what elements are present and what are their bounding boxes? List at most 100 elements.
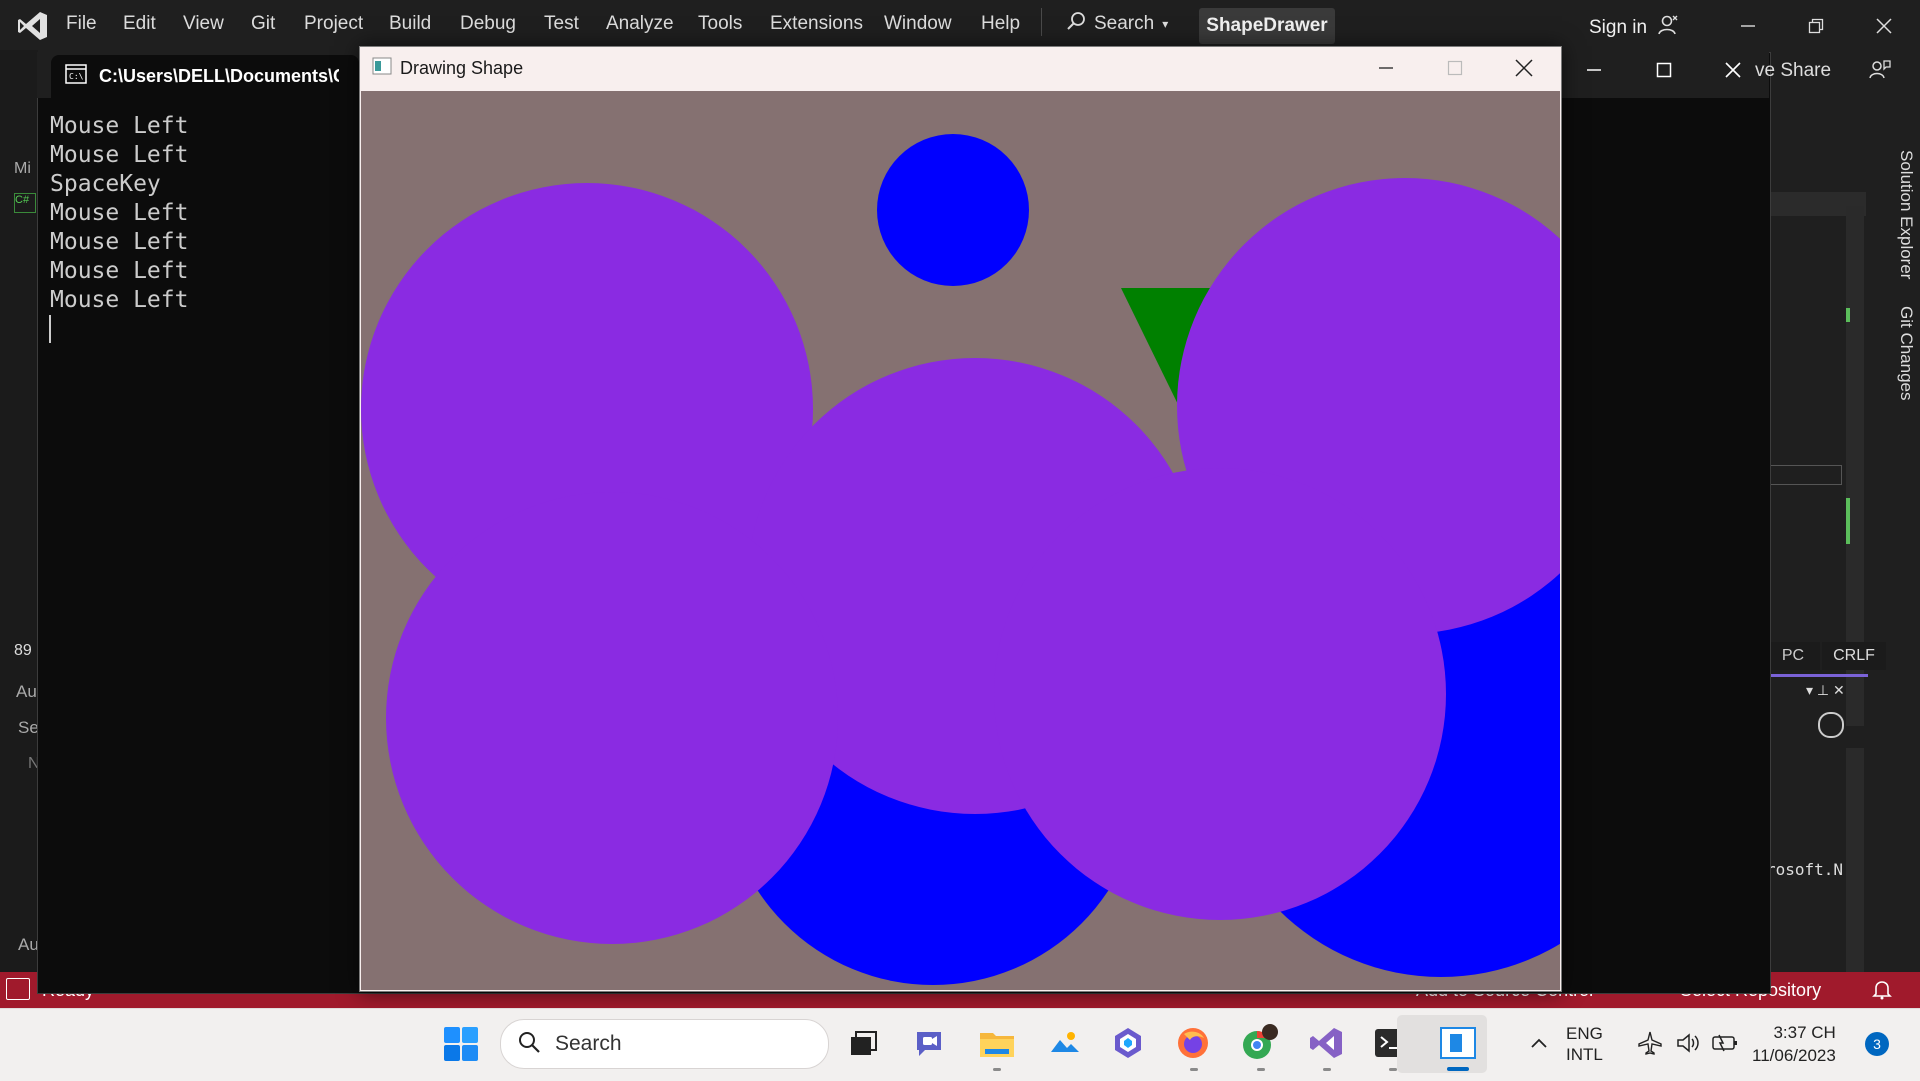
- menu-git[interactable]: Git: [251, 13, 275, 35]
- menu-help[interactable]: Help: [981, 13, 1020, 35]
- console-line: SpaceKey: [50, 171, 161, 197]
- console-tab-title: C:\Users\DELL\Documents\CC: [99, 66, 339, 86]
- windows-start-icon[interactable]: [443, 1026, 479, 1062]
- console-close-button[interactable]: [1719, 56, 1747, 84]
- sign-in-button[interactable]: Sign in: [1589, 14, 1679, 42]
- purple-circle-shape: [386, 492, 838, 944]
- drawing-close-button[interactable]: [1510, 54, 1538, 82]
- console-line: Mouse Left: [50, 200, 189, 226]
- terminal-icon: C:\: [65, 64, 87, 89]
- status-output-icon[interactable]: [6, 978, 30, 1000]
- volume-icon[interactable]: [1668, 1023, 1708, 1063]
- running-indicator: [993, 1068, 1001, 1071]
- svg-text:C:\: C:\: [69, 72, 84, 81]
- console-tab[interactable]: C:\ C:\Users\DELL\Documents\CC: [51, 55, 359, 98]
- search-icon: [1066, 11, 1086, 37]
- live-share-button[interactable]: ve Share: [1755, 60, 1831, 82]
- user-icon: [1657, 14, 1679, 42]
- menu-project[interactable]: Project: [304, 13, 363, 35]
- line-ending-indicator[interactable]: CRLF: [1822, 642, 1886, 670]
- vs-fragment-microsoft: rosoft.N: [1766, 860, 1844, 879]
- firefox-icon[interactable]: [1173, 1023, 1213, 1063]
- console-line: Mouse Left: [50, 142, 189, 168]
- vs-fragment-se: Se: [18, 718, 39, 737]
- taskbar-search-box[interactable]: Search: [500, 1019, 829, 1069]
- vs-fragment-line: 89: [14, 642, 32, 659]
- clock-time: 3:37 CH: [1773, 1023, 1836, 1042]
- scroll-marker: [1846, 498, 1850, 544]
- menu-file[interactable]: File: [66, 13, 97, 35]
- file-explorer-icon[interactable]: [977, 1023, 1017, 1063]
- encoding-indicator[interactable]: PC: [1766, 642, 1820, 670]
- visual-studio-taskbar-icon[interactable]: [1306, 1023, 1346, 1063]
- running-indicator: [1257, 1068, 1265, 1071]
- airplane-mode-icon[interactable]: [1630, 1023, 1670, 1063]
- task-view-icon[interactable]: [843, 1023, 883, 1063]
- pin-icon[interactable]: ▾ ⊥ ✕: [1806, 682, 1845, 699]
- chrome-profile-icon[interactable]: [1240, 1023, 1280, 1063]
- input-language[interactable]: ENG INTL: [1566, 1023, 1603, 1065]
- running-indicator: [1190, 1068, 1198, 1071]
- panel-accent: [1766, 674, 1868, 677]
- vs-fragment-au2: Au: [18, 935, 39, 954]
- vs-restore-button[interactable]: [1802, 12, 1830, 40]
- battery-icon[interactable]: [1705, 1023, 1745, 1063]
- menu-view[interactable]: View: [183, 13, 224, 35]
- drawing-window-titlebar[interactable]: Drawing Shape: [372, 57, 523, 80]
- search-icon: [517, 1030, 541, 1059]
- running-indicator: [1389, 1068, 1397, 1071]
- project-name-badge: ShapeDrawer: [1199, 8, 1335, 44]
- active-indicator: [1447, 1067, 1469, 1071]
- menu-test[interactable]: Test: [544, 13, 579, 35]
- console-line: Mouse Left: [50, 287, 189, 313]
- menu-edit[interactable]: Edit: [123, 13, 156, 35]
- drawing-shape-taskbar-icon[interactable]: [1438, 1023, 1478, 1063]
- taskbar-search-label: Search: [555, 1032, 622, 1055]
- vs-left-strip: Mi C# 89 Au Se N Au: [0, 50, 40, 990]
- console-line: Mouse Left: [50, 229, 189, 255]
- sign-in-label: Sign in: [1589, 17, 1648, 38]
- menu-tools[interactable]: Tools: [698, 13, 742, 35]
- scroll-marker: [1846, 308, 1850, 322]
- notification-count-badge[interactable]: 3: [1865, 1032, 1889, 1056]
- console-maximize-button[interactable]: [1650, 56, 1678, 84]
- feedback-icon[interactable]: [1868, 58, 1892, 82]
- vs-search-label: Search: [1094, 13, 1155, 34]
- language-top: ENG: [1566, 1024, 1603, 1043]
- menu-analyze[interactable]: Analyze: [606, 13, 674, 35]
- shapes-svg: [361, 134, 1560, 985]
- vs-fragment-ms: Mi: [14, 160, 31, 177]
- csharp-file-icon: C#: [14, 193, 36, 213]
- purple-circle-shape: [994, 468, 1446, 920]
- chevron-down-icon: ▾: [1162, 17, 1169, 31]
- photos-app-icon[interactable]: [1045, 1023, 1085, 1063]
- vs-input[interactable]: [1766, 465, 1842, 485]
- vs-search-button[interactable]: Search ▾: [1066, 11, 1168, 37]
- history-icon[interactable]: [1818, 712, 1844, 738]
- menu-debug[interactable]: Debug: [460, 13, 516, 35]
- clock-date: 11/06/2023: [1752, 1046, 1836, 1065]
- vs-close-button[interactable]: [1870, 12, 1898, 40]
- copilot-icon[interactable]: [1108, 1023, 1148, 1063]
- console-minimize-button[interactable]: [1580, 56, 1608, 84]
- app-window-icon: [372, 57, 392, 80]
- menu-extensions[interactable]: Extensions: [770, 13, 863, 35]
- running-indicator: [1323, 1068, 1331, 1071]
- side-tab-git-changes[interactable]: Git Changes: [1876, 306, 1916, 426]
- console-line: Mouse Left: [50, 258, 189, 284]
- taskbar-clock[interactable]: 3:37 CH 11/06/2023: [1752, 1021, 1836, 1067]
- vs-fragment-au: Au: [16, 682, 37, 701]
- text-cursor: [49, 315, 51, 343]
- drawing-minimize-button[interactable]: [1372, 54, 1400, 82]
- language-bottom: INTL: [1566, 1045, 1603, 1064]
- drawing-window-title: Drawing Shape: [400, 58, 524, 78]
- vs-minimize-button[interactable]: [1734, 12, 1762, 40]
- drawing-canvas[interactable]: [361, 91, 1560, 990]
- visual-studio-logo-icon[interactable]: [16, 9, 50, 43]
- chevron-up-icon[interactable]: [1519, 1023, 1559, 1063]
- menu-window[interactable]: Window: [884, 13, 952, 35]
- menu-build[interactable]: Build: [389, 13, 431, 35]
- teams-chat-icon[interactable]: [910, 1023, 950, 1063]
- notification-bell-icon[interactable]: [1870, 977, 1894, 1001]
- console-line: Mouse Left: [50, 113, 189, 139]
